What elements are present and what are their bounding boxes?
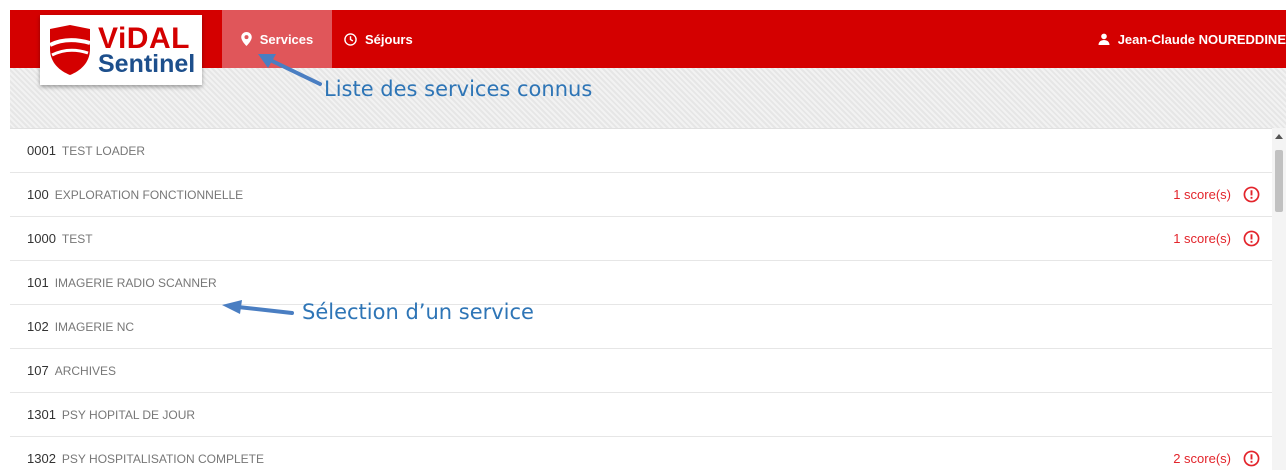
annotation-selection-note: Sélection d’un service: [302, 300, 534, 324]
logo-brand-top: ViDAL: [98, 21, 190, 55]
list-item[interactable]: 107 ARCHIVES: [10, 349, 1272, 393]
service-name: EXPLORATION FONCTIONNELLE: [54, 187, 244, 202]
list-item[interactable]: 102 IMAGERIE NC: [10, 305, 1272, 349]
list-item[interactable]: 0001 TEST LOADER: [10, 129, 1272, 173]
annotation-arrow-services: [258, 54, 322, 86]
score-count: 1 score(s): [1173, 187, 1231, 202]
alert-icon: [1243, 230, 1260, 247]
list-item[interactable]: 101 IMAGERIE RADIO SCANNER: [10, 261, 1272, 305]
annotation-services-note: Liste des services connus: [324, 77, 593, 101]
score-count: 2 score(s): [1173, 451, 1231, 466]
service-name: TEST: [61, 231, 93, 246]
app-window: Services Séjours Jean-Claude NOUREDDINE …: [10, 10, 1286, 470]
service-code: 1000: [27, 231, 56, 246]
service-code: 1301: [27, 407, 56, 422]
service-name: PSY HOPITAL DE JOUR: [61, 407, 196, 422]
score-badge: 2 score(s): [1173, 437, 1260, 470]
clock-icon: [344, 32, 357, 46]
tab-services-label: Services: [259, 31, 314, 47]
score-count: 1 score(s): [1173, 231, 1231, 246]
list-item[interactable]: 1000 TEST 1 score(s): [10, 217, 1272, 261]
service-code: 107: [27, 363, 49, 378]
user-menu[interactable]: Jean-Claude NOUREDDINE: [1098, 10, 1286, 68]
logo-brand-bottom: Sentinel: [98, 49, 196, 78]
map-marker-icon: [241, 32, 252, 46]
vertical-scrollbar[interactable]: [1272, 128, 1286, 470]
service-name: IMAGERIE RADIO SCANNER: [54, 275, 217, 290]
score-badge: 1 score(s): [1173, 173, 1260, 216]
tab-sejours-label: Séjours: [365, 31, 413, 47]
user-icon: [1098, 33, 1110, 45]
user-name: Jean-Claude NOUREDDINE: [1117, 31, 1286, 47]
alert-icon: [1243, 450, 1260, 467]
service-name: IMAGERIE NC: [54, 319, 135, 334]
list-item[interactable]: 1302 PSY HOSPITALISATION COMPLETE 2 scor…: [10, 437, 1272, 470]
score-badge: 1 score(s): [1173, 217, 1260, 260]
tab-sejours[interactable]: Séjours: [332, 10, 442, 68]
shield-logo-icon: [49, 25, 91, 75]
service-code: 100: [27, 187, 49, 202]
service-code: 101: [27, 275, 49, 290]
alert-icon: [1243, 186, 1260, 203]
service-name: TEST LOADER: [61, 143, 146, 158]
services-list: 0001 TEST LOADER 100 EXPLORATION FONCTIO…: [10, 128, 1272, 470]
service-name: ARCHIVES: [54, 363, 117, 378]
annotation-arrow-selection: [222, 300, 294, 315]
list-item[interactable]: 100 EXPLORATION FONCTIONNELLE 1 score(s): [10, 173, 1272, 217]
list-item[interactable]: 1301 PSY HOPITAL DE JOUR: [10, 393, 1272, 437]
service-name: PSY HOSPITALISATION COMPLETE: [61, 451, 264, 466]
scroll-thumb[interactable]: [1275, 150, 1283, 212]
service-code: 1302: [27, 451, 56, 466]
scroll-up-arrow-icon[interactable]: [1275, 134, 1283, 139]
vidal-sentinel-logo[interactable]: ViDAL Sentinel: [40, 15, 202, 85]
service-code: 102: [27, 319, 49, 334]
service-code: 0001: [27, 143, 56, 158]
